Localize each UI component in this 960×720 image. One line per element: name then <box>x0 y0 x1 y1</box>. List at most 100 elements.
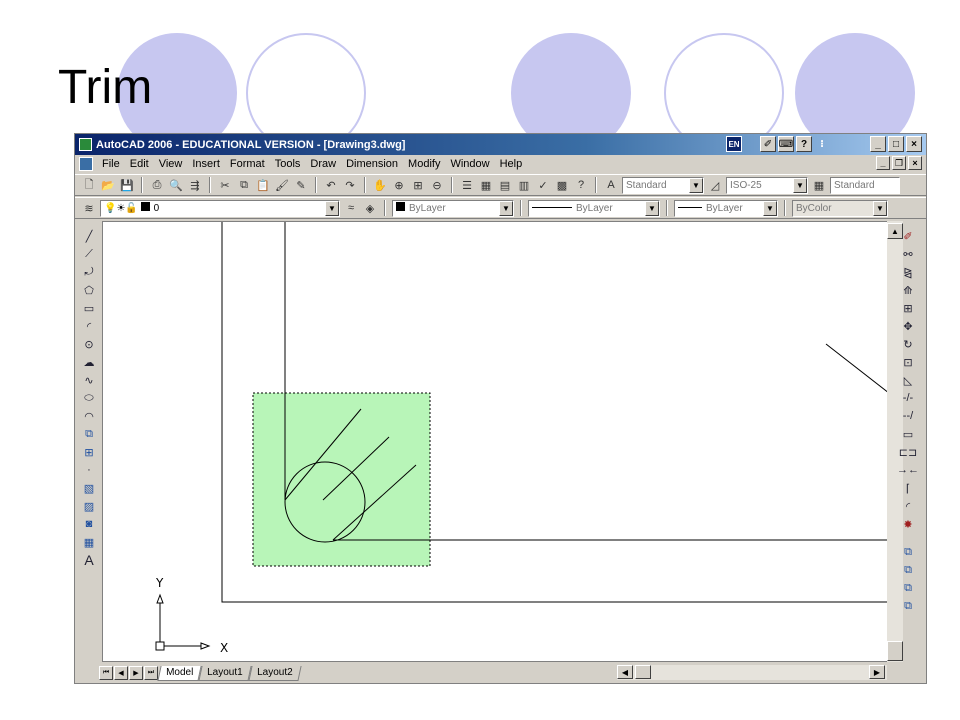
copy-clip-icon[interactable]: ⧉ <box>236 177 252 193</box>
undo-icon[interactable]: ↶ <box>323 177 339 193</box>
table-style-select[interactable]: Standard <box>830 176 900 194</box>
horizontal-scrollbar[interactable]: ◀ ▶ <box>617 665 887 680</box>
help-icon[interactable]: ? <box>796 136 812 152</box>
layer-previous-icon[interactable]: ◈ <box>362 200 378 216</box>
redo-icon[interactable]: ↷ <box>342 177 358 193</box>
break-icon[interactable]: ⊏⊐ <box>899 444 917 460</box>
last-tab-icon[interactable]: ⏭ <box>144 666 158 680</box>
layer-manager-icon[interactable]: ≋ <box>81 200 97 216</box>
tool-palettes-icon[interactable]: ▤ <box>497 177 513 193</box>
scale-icon[interactable]: ⊡ <box>900 354 916 370</box>
hatch-icon[interactable]: ▧ <box>81 480 97 496</box>
minimize-button[interactable]: _ <box>870 136 886 152</box>
arc-icon[interactable]: ◜ <box>81 318 97 334</box>
open-icon[interactable]: 📂 <box>100 177 116 193</box>
copy-icon[interactable]: ⚯ <box>900 246 916 262</box>
explode-icon[interactable]: ✸ <box>900 516 916 532</box>
chevron-down-icon[interactable]: ▼ <box>645 200 659 216</box>
line-icon[interactable]: ╱ <box>81 228 97 244</box>
chevron-down-icon[interactable]: ▼ <box>499 200 513 216</box>
linetype-select[interactable]: ByLayer ▼ <box>528 199 660 217</box>
chevron-down-icon[interactable]: ▼ <box>763 200 777 216</box>
draworder-above-icon[interactable]: ⧉ <box>900 580 916 596</box>
markup-icon[interactable]: ✓ <box>535 177 551 193</box>
make-block-icon[interactable]: ⊞ <box>81 444 97 460</box>
lineweight-select[interactable]: ByLayer ▼ <box>674 199 778 217</box>
array-icon[interactable]: ⊞ <box>900 300 916 316</box>
maximize-button[interactable]: □ <box>888 136 904 152</box>
revision-cloud-icon[interactable]: ☁ <box>81 354 97 370</box>
layer-select[interactable]: 💡☀🔓 0 ▼ <box>100 199 340 217</box>
offset-icon[interactable]: ⟰ <box>900 282 916 298</box>
extend-icon[interactable]: --/ <box>900 408 916 424</box>
publish-icon[interactable]: ⇶ <box>187 177 203 193</box>
sheet-set-icon[interactable]: ▥ <box>516 177 532 193</box>
text-style-icon[interactable]: A <box>603 177 619 193</box>
dim-style-select[interactable]: ISO-25 ▼ <box>726 176 808 194</box>
chevron-down-icon[interactable]: ▼ <box>873 200 887 216</box>
ellipse-icon[interactable]: ⬭ <box>81 390 97 406</box>
move-icon[interactable]: ✥ <box>900 318 916 334</box>
text-style-select[interactable]: Standard ▼ <box>622 176 704 194</box>
join-icon[interactable]: →← <box>897 462 919 478</box>
tab-model[interactable]: Model <box>157 665 202 681</box>
menu-help[interactable]: Help <box>495 158 528 170</box>
menu-view[interactable]: View <box>154 158 188 170</box>
tab-layout1[interactable]: Layout1 <box>198 665 252 681</box>
plotstyle-select[interactable]: ByColor ▼ <box>792 199 888 217</box>
color-select[interactable]: ByLayer ▼ <box>392 199 514 217</box>
break-at-point-icon[interactable]: ▭ <box>900 426 916 442</box>
more-icon[interactable]: ⁝ <box>814 136 830 152</box>
menu-edit[interactable]: Edit <box>125 158 154 170</box>
doc-restore-button[interactable]: ❐ <box>892 156 906 170</box>
menu-file[interactable]: File <box>97 158 125 170</box>
plot-icon[interactable]: ⎙ <box>149 177 165 193</box>
info-palette-icon[interactable]: ⌨ <box>778 136 794 152</box>
document-icon[interactable] <box>79 157 93 171</box>
menu-format[interactable]: Format <box>225 158 270 170</box>
point-icon[interactable]: · <box>81 462 97 478</box>
insert-block-icon[interactable]: ⧉ <box>81 426 97 442</box>
gradient-icon[interactable]: ▨ <box>81 498 97 514</box>
chevron-down-icon[interactable]: ▼ <box>689 177 703 193</box>
mirror-icon[interactable]: ⧎ <box>900 264 916 280</box>
next-tab-icon[interactable]: ▶ <box>129 666 143 680</box>
draworder-under-icon[interactable]: ⧉ <box>900 598 916 614</box>
menu-insert[interactable]: Insert <box>187 158 225 170</box>
scroll-left-icon[interactable]: ◀ <box>617 665 633 679</box>
fillet-icon[interactable]: ◜ <box>900 498 916 514</box>
region-icon[interactable]: ◙ <box>81 516 97 532</box>
help-toolbar-icon[interactable]: ? <box>573 177 589 193</box>
scroll-right-icon[interactable]: ▶ <box>869 665 885 679</box>
first-tab-icon[interactable]: ⏮ <box>99 666 113 680</box>
ellipse-arc-icon[interactable]: ◠ <box>81 408 97 424</box>
circle-icon[interactable]: ⊙ <box>81 336 97 352</box>
chevron-down-icon[interactable]: ▼ <box>793 177 807 193</box>
draworder-back-icon[interactable]: ⧉ <box>900 562 916 578</box>
doc-close-button[interactable]: × <box>908 156 922 170</box>
calculator-icon[interactable]: ▩ <box>554 177 570 193</box>
rotate-icon[interactable]: ↻ <box>900 336 916 352</box>
draworder-front-icon[interactable]: ⧉ <box>900 544 916 560</box>
zoom-previous-icon[interactable]: ⊖ <box>429 177 445 193</box>
zoom-realtime-icon[interactable]: ⊕ <box>391 177 407 193</box>
table-style-icon[interactable]: ▦ <box>811 177 827 193</box>
construction-line-icon[interactable]: ⟋ <box>81 246 97 262</box>
chevron-down-icon[interactable]: ▼ <box>325 200 339 216</box>
make-current-layer-icon[interactable]: ≈ <box>343 200 359 216</box>
prev-tab-icon[interactable]: ◀ <box>114 666 128 680</box>
dim-style-icon[interactable]: ◿ <box>707 177 723 193</box>
design-center-icon[interactable]: ▦ <box>478 177 494 193</box>
polygon-icon[interactable]: ⬠ <box>81 282 97 298</box>
stretch-icon[interactable]: ◺ <box>900 372 916 388</box>
qnew-icon[interactable]: 🗋 <box>81 177 97 193</box>
scroll-thumb-h[interactable] <box>635 665 651 679</box>
zoom-window-icon[interactable]: ⊞ <box>410 177 426 193</box>
erase-icon[interactable]: ✐ <box>900 228 916 244</box>
drawing-canvas[interactable]: Y X <box>102 221 892 662</box>
autocad-app-icon[interactable] <box>79 138 92 151</box>
cut-icon[interactable]: ✂ <box>217 177 233 193</box>
close-button[interactable]: × <box>906 136 922 152</box>
table-icon[interactable]: ▦ <box>81 534 97 550</box>
paste-icon[interactable]: 📋 <box>255 177 271 193</box>
